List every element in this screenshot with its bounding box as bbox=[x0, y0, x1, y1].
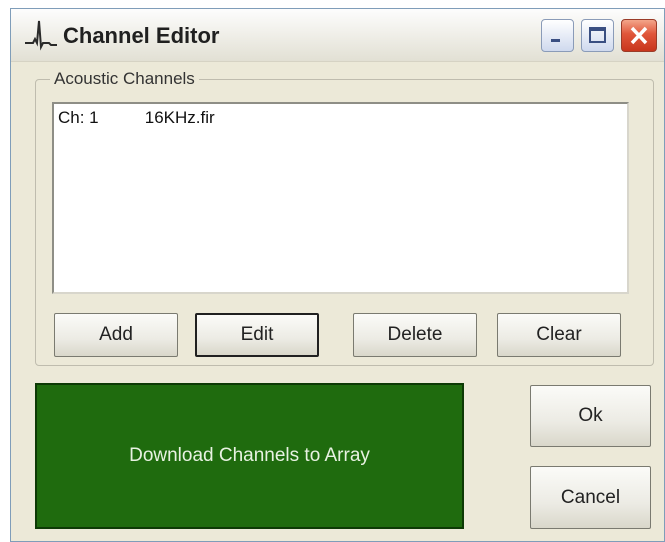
group-label: Acoustic Channels bbox=[50, 69, 199, 89]
maximize-icon bbox=[589, 27, 606, 43]
title-bar[interactable]: Channel Editor bbox=[11, 9, 664, 62]
minimize-icon bbox=[551, 39, 560, 42]
ok-button[interactable]: Ok bbox=[530, 385, 651, 447]
window-title: Channel Editor bbox=[63, 23, 220, 48]
minimize-button[interactable] bbox=[541, 19, 574, 52]
delete-button[interactable]: Delete bbox=[353, 313, 477, 357]
cancel-button[interactable]: Cancel bbox=[530, 466, 651, 529]
waveform-icon bbox=[25, 20, 57, 51]
channel-file: 16KHz.fir bbox=[144, 108, 215, 127]
download-channels-button[interactable]: Download Channels to Array bbox=[35, 383, 464, 529]
edit-button[interactable]: Edit bbox=[195, 313, 319, 357]
channel-editor-window: Channel Editor Acoustic Channels Ch: 1 1… bbox=[10, 8, 665, 542]
channel-list[interactable]: Ch: 1 16KHz.fir bbox=[52, 102, 629, 294]
close-icon bbox=[630, 26, 648, 45]
clear-button[interactable]: Clear bbox=[497, 313, 621, 357]
maximize-button[interactable] bbox=[581, 19, 614, 52]
acoustic-channels-group: Acoustic Channels Ch: 1 16KHz.fir Add Ed… bbox=[35, 69, 654, 366]
add-button[interactable]: Add bbox=[54, 313, 178, 357]
channel-number: Ch: 1 bbox=[58, 108, 99, 127]
list-item[interactable]: Ch: 1 16KHz.fir bbox=[58, 108, 215, 128]
close-button[interactable] bbox=[621, 19, 657, 52]
